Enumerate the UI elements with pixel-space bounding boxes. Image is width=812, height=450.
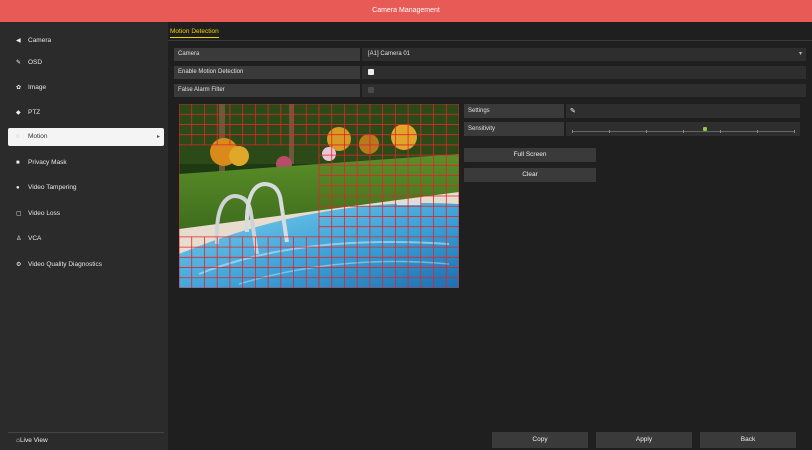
slider-tick xyxy=(572,130,573,133)
privacy-mask-icon: ■ xyxy=(16,160,20,166)
sensitivity-label: Sensitivity xyxy=(464,122,564,136)
sidebar-item-label: VCA xyxy=(28,235,42,242)
sidebar-item-osd[interactable]: ✎ OSD xyxy=(8,54,164,72)
sidebar-item-video-tampering[interactable]: ● Video Tampering xyxy=(8,179,164,197)
image-icon: ✿ xyxy=(16,85,22,91)
live-view-button[interactable]: ⌂Live View xyxy=(8,432,164,448)
false-alarm-checkbox[interactable] xyxy=(368,87,374,93)
back-button[interactable]: Back xyxy=(700,432,796,448)
tab-motion-detection[interactable]: Motion Detection xyxy=(170,28,219,38)
sidebar-item-ptz[interactable]: ◆ PTZ xyxy=(8,104,164,122)
settings-row: Settings ✎ xyxy=(464,104,800,118)
camera-select-value: [A1] Camera 01 xyxy=(368,51,411,57)
sidebar-item-label: PTZ xyxy=(28,109,41,116)
sidebar-item-motion[interactable]: ◌ Motion ▸ xyxy=(8,128,164,146)
sensitivity-slider[interactable] xyxy=(572,127,795,133)
pencil-icon[interactable]: ✎ xyxy=(570,107,576,115)
main-panel: Motion Detection Camera [A1] Camera 01 ▾… xyxy=(168,22,812,450)
camera-select[interactable]: [A1] Camera 01 ▾ xyxy=(362,48,806,61)
tab-divider xyxy=(168,40,812,41)
video-loss-icon: ▢ xyxy=(16,211,22,217)
chevron-down-icon: ▾ xyxy=(798,51,802,57)
false-alarm-row: False Alarm Filter xyxy=(174,84,806,97)
live-view-label: Live View xyxy=(19,437,48,444)
settings-label: Settings xyxy=(464,104,564,118)
sidebar-item-vca[interactable]: ♙ VCA xyxy=(8,230,164,248)
false-alarm-label: False Alarm Filter xyxy=(174,84,360,97)
sidebar-item-label: OSD xyxy=(28,59,43,66)
enable-motion-row: Enable Motion Detection xyxy=(174,66,806,79)
clear-button[interactable]: Clear xyxy=(464,168,596,182)
window-title: Camera Management xyxy=(0,0,812,22)
sidebar-item-label: Image xyxy=(28,84,47,91)
sensitivity-cell xyxy=(566,122,800,136)
sidebar-item-label: Privacy Mask xyxy=(28,159,67,166)
settings-cell[interactable]: ✎ xyxy=(566,104,800,118)
sidebar-item-label: Video Quality Diagnostics xyxy=(28,261,102,268)
ptz-icon: ◆ xyxy=(16,110,21,116)
camera-label: Camera xyxy=(174,48,360,61)
chevron-right-icon: ▸ xyxy=(156,134,160,140)
brush-icon: ✎ xyxy=(16,60,22,66)
camera-icon: ◀ xyxy=(16,38,21,44)
motion-area-preview[interactable] xyxy=(179,104,459,288)
sidebar-item-video-quality-diagnostics[interactable]: ⚙ Video Quality Diagnostics xyxy=(8,256,164,274)
camera-preview-image xyxy=(179,104,459,288)
camera-row: Camera [A1] Camera 01 ▾ xyxy=(174,48,806,61)
sidebar-item-label: Camera xyxy=(28,37,52,44)
enable-motion-checkbox[interactable] xyxy=(368,69,374,75)
enable-motion-label: Enable Motion Detection xyxy=(174,66,360,79)
slider-tick xyxy=(609,130,610,133)
apply-button[interactable]: Apply xyxy=(596,432,692,448)
sidebar-item-camera[interactable]: ◀ Camera xyxy=(8,32,164,50)
slider-tick xyxy=(757,130,758,133)
motion-icon: ◌ xyxy=(16,134,20,140)
full-screen-button[interactable]: Full Screen xyxy=(464,148,596,162)
sidebar-item-video-loss[interactable]: ▢ Video Loss xyxy=(8,205,164,223)
copy-button[interactable]: Copy xyxy=(492,432,588,448)
sidebar-item-label: Video Tampering xyxy=(28,184,77,191)
sidebar: ◀ Camera ✎ OSD ✿ Image ◆ PTZ ◌ Motion ▸ ■ Priv… xyxy=(0,22,168,450)
diagnostics-icon: ⚙ xyxy=(16,262,22,268)
slider-tick xyxy=(794,130,795,133)
sidebar-item-image[interactable]: ✿ Image xyxy=(8,79,164,97)
sidebar-item-privacy-mask[interactable]: ■ Privacy Mask xyxy=(8,154,164,172)
enable-motion-cell xyxy=(362,66,806,79)
sidebar-item-label: Motion xyxy=(28,133,48,140)
sensitivity-slider-handle[interactable] xyxy=(703,127,707,131)
slider-tick xyxy=(720,130,721,133)
slider-tick xyxy=(683,130,684,133)
tampering-icon: ● xyxy=(16,185,20,191)
sidebar-item-label: Video Loss xyxy=(28,210,61,217)
slider-tick xyxy=(646,130,647,133)
false-alarm-cell xyxy=(362,84,806,97)
vca-icon: ♙ xyxy=(16,236,22,242)
sensitivity-row: Sensitivity xyxy=(464,122,800,136)
